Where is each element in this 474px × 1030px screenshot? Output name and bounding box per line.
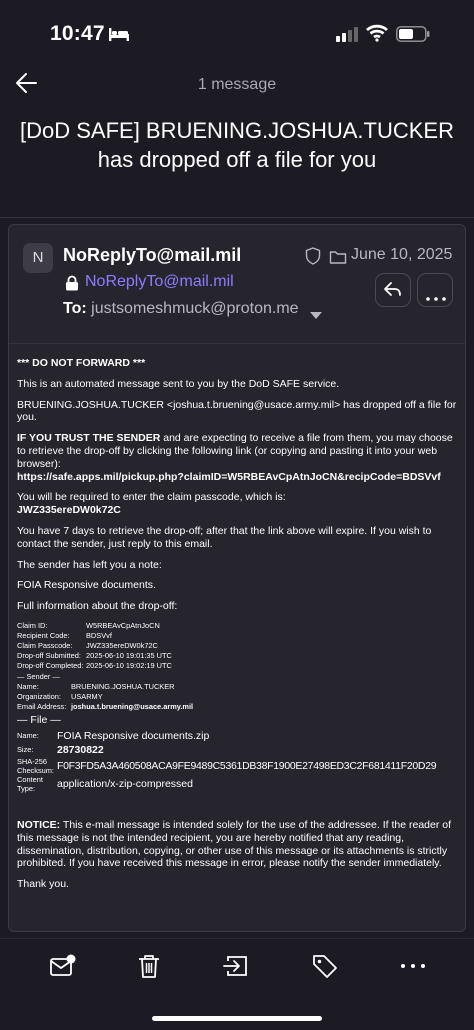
label-icon[interactable] [310, 951, 340, 981]
passcode-paragraph: You will be required to enter the claim … [17, 491, 463, 517]
sender-table: Name: BRUENING.JOSHUA.TUCKER Organization… [17, 682, 463, 712]
claim-value: 2025-06-10 19:02:19 UTC [86, 660, 172, 670]
do-not-forward: *** DO NOT FORWARD *** [17, 357, 146, 369]
mark-unread-icon[interactable] [48, 951, 78, 981]
dropped-text: BRUENING.JOSHUA.TUCKER <joshua.t.bruenin… [17, 398, 457, 424]
file-checksum: F0F3FD5A3A460508ACA9FE9489C5361DB38F1900… [57, 759, 437, 772]
message-count: 1 message [197, 76, 277, 93]
claim-value: W5RBEAvCpAtnJoCN [86, 620, 160, 630]
pickup-link[interactable]: https://safe.apps.mil/pickup.php?claimID… [17, 471, 441, 483]
header-icons [305, 247, 347, 270]
sender-value: BRUENING.JOSHUA.TUCKER [71, 681, 175, 691]
sender-address[interactable]: NoReplyTo@mail.mil [85, 273, 234, 291]
full-info-text: Full information about the drop-off: [17, 600, 178, 613]
shield-icon [305, 247, 325, 269]
email-body: *** DO NOT FORWARD *** This is an automa… [17, 357, 463, 899]
battery-icon [396, 26, 430, 47]
lock-icon [65, 275, 79, 296]
passcode-value: JWZ335ereDW0k72C [17, 504, 121, 517]
file-key: SHA-256 Checksum: [17, 757, 57, 775]
intro-text: This is an automated message sent to you… [17, 377, 340, 390]
file-table: Name: FOIA Responsive documents.zip Size:… [17, 729, 463, 793]
trash-icon[interactable] [134, 951, 164, 981]
status-bar: 10:47 [0, 0, 474, 64]
move-icon[interactable] [222, 951, 252, 981]
claim-table: Claim ID: W5RBEAvCpAtnJoCN Recipient Code… [17, 621, 463, 671]
sender-key: Organization: [17, 691, 61, 701]
expiry-text: You have 7 days to retrieve the drop-off… [17, 524, 432, 550]
note-intro: The sender has left you a note: [17, 558, 162, 571]
file-content-type: application/x-zip-compressed [57, 777, 193, 790]
notice-paragraph: NOTICE: This e-mail message is intended … [17, 819, 463, 870]
bed-icon [108, 26, 130, 47]
notice-rest: This e-mail message is intended solely f… [17, 818, 452, 870]
sha-label-1: SHA-256 [17, 756, 47, 766]
wifi-icon [366, 24, 388, 47]
thanks-text: Thank you. [17, 878, 69, 891]
sender-value[interactable]: joshua.t.bruening@usace.army.mil [71, 702, 463, 712]
file-name: FOIA Responsive documents.zip [57, 729, 210, 742]
file-size: 28730822 [57, 743, 104, 756]
claim-value: JWZ335ereDW0k72C [86, 640, 158, 650]
more-horizontal-icon[interactable] [398, 951, 428, 981]
more-button[interactable] [417, 273, 453, 307]
trust-bold: IF YOU TRUST THE SENDER [17, 432, 161, 445]
sha-label-2: Checksum: [17, 765, 54, 775]
claim-key: Claim ID: [17, 620, 48, 630]
to-line: To: justsomeshmuck@proton.me [63, 300, 299, 318]
sender-section-label: — Sender — [17, 671, 60, 681]
claim-key: Drop-off Submitted: [17, 650, 81, 660]
email-subject: [DoD SAFE] BRUENING.JOSHUA.TUCKER has dr… [20, 118, 454, 172]
home-indicator[interactable] [152, 1016, 322, 1021]
email-date: June 10, 2025 [351, 246, 453, 263]
reply-icon [383, 281, 403, 304]
reply-button[interactable] [375, 273, 411, 307]
file-key: Size: [17, 745, 34, 755]
claim-value: BDSVvf [86, 630, 112, 640]
chevron-down-icon[interactable] [309, 307, 323, 325]
ct-label-1: Content [17, 774, 43, 784]
claim-key: Drop-off Completed: [17, 660, 84, 670]
claim-value: 2025-06-10 19:01:35 UTC [86, 650, 172, 660]
note-text: FOIA Responsive documents. [17, 579, 156, 592]
sender-key: Name: [17, 681, 39, 691]
sender-key: Email Address: [17, 701, 67, 711]
notice-bold: NOTICE: [17, 818, 61, 831]
claim-key: Claim Passcode: [17, 640, 73, 650]
ct-label-2: Type: [17, 783, 36, 793]
sender-name[interactable]: NoReplyTo@mail.mil [63, 245, 241, 266]
to-address[interactable]: justsomeshmuck@proton.me [91, 300, 298, 317]
card-divider [9, 343, 465, 344]
message-card: N NoReplyTo@mail.mil June 10, 2025 NoRep… [8, 224, 466, 932]
claim-key: Recipient Code: [17, 630, 70, 640]
folder-icon [329, 251, 347, 269]
passcode-intro: You will be required to enter the claim … [17, 491, 286, 504]
divider [0, 217, 474, 218]
file-section-label: — File — [17, 713, 61, 726]
status-time: 10:47 [50, 22, 105, 45]
file-key: Content Type: [17, 775, 57, 793]
file-key: Name: [17, 731, 39, 741]
to-label: To: [63, 300, 87, 317]
avatar[interactable]: N [23, 243, 53, 273]
more-icon [426, 288, 446, 306]
signal-icon [336, 26, 360, 47]
top-bar: 1 message [0, 64, 474, 108]
sender-value: USARMY [71, 691, 103, 701]
trust-paragraph: IF YOU TRUST THE SENDER and are expectin… [17, 432, 463, 483]
